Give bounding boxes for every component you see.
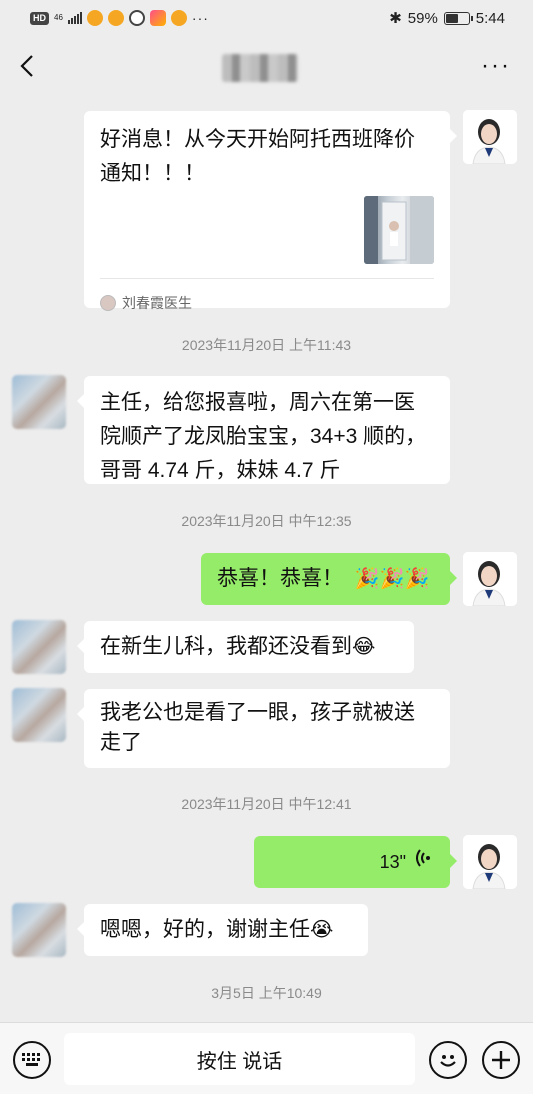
clock: 5:44 <box>475 9 505 27</box>
message-bubble[interactable]: 恭喜！恭喜！ 🎉🎉🎉 <box>201 553 457 605</box>
card-source-name: 刘春霞医生 <box>122 295 192 311</box>
message-bubble[interactable]: 主任，给您报喜啦，周六在第一医院顺产了龙凤胎宝宝，34+3 顺的，哥哥 4.74… <box>77 376 450 484</box>
chat-header: ··· <box>0 36 533 98</box>
hold-to-talk-button[interactable]: 按住 说话 <box>64 1033 415 1085</box>
chat-title-blurred <box>222 54 298 82</box>
party-popper-emoji: 🎉🎉🎉 <box>354 568 430 590</box>
card-text: 好消息！从今天开始阿托西班降价通知！！！ <box>100 128 415 185</box>
timestamp: 2023年11月20日 中午12:35 <box>181 513 352 529</box>
message-bubble[interactable]: 嗯嗯，好的，谢谢主任😭 <box>77 904 368 956</box>
weibo-app-icon <box>107 10 124 26</box>
timestamp: 3月5日 上午10:49 <box>211 985 322 1001</box>
emoji-icon[interactable] <box>429 1041 467 1079</box>
bluetooth-icon: ✱ <box>389 10 402 27</box>
voice-message-bubble[interactable]: 13" <box>254 836 457 888</box>
more-dots-icon[interactable]: ··· <box>481 54 511 78</box>
message-text: 在新生儿科，我都还没看到 <box>100 635 352 658</box>
browser-app-icon <box>128 10 145 26</box>
doctor-avatar[interactable] <box>463 835 517 889</box>
source-avatar-icon <box>100 295 116 311</box>
message-bubble[interactable]: 在新生儿科，我都还没看到😂 <box>77 621 414 673</box>
patient-avatar[interactable] <box>12 903 66 957</box>
status-bar: HD 46 ··· ✱ 59% 5:44 <box>0 0 533 36</box>
promo-card[interactable]: 好消息！从今天开始阿托西班降价通知！！！ 刘春霞医生 <box>84 111 457 311</box>
card-divider <box>100 278 434 279</box>
voice-duration: 13" <box>379 852 406 872</box>
chevron-left-icon[interactable] <box>14 50 42 82</box>
doctor-avatar[interactable] <box>463 110 517 164</box>
more-notifications: ··· <box>191 10 209 26</box>
plus-icon[interactable] <box>482 1041 520 1079</box>
doctor-avatar[interactable] <box>463 552 517 606</box>
patient-avatar[interactable] <box>12 620 66 674</box>
laughing-emoji: 😂 <box>352 636 376 658</box>
patient-avatar[interactable] <box>12 375 66 429</box>
network-type: 46 <box>54 13 63 22</box>
input-bar: 按住 说话 <box>0 1022 533 1094</box>
message-text: 恭喜！恭喜！ <box>217 567 343 590</box>
keyboard-icon[interactable] <box>13 1041 51 1079</box>
message-text: 嗯嗯，好的，谢谢主任 <box>100 918 310 941</box>
app-icon <box>149 10 166 26</box>
message-text: 我老公也是看了一眼，孩子就被送走了 <box>100 701 415 754</box>
message-bubble[interactable]: 我老公也是看了一眼，孩子就被送走了 <box>77 689 450 768</box>
timestamp: 2023年11月20日 上午11:43 <box>181 337 352 353</box>
battery-icon <box>443 11 473 25</box>
card-source: 刘春霞医生 <box>100 286 192 320</box>
signal-icon <box>67 12 82 24</box>
patient-avatar[interactable] <box>12 688 66 742</box>
crying-emoji: 😭 <box>310 919 334 941</box>
voice-wave-icon <box>416 845 432 879</box>
hd-indicator: HD <box>30 11 49 25</box>
timestamp: 2023年11月20日 中午12:41 <box>181 796 352 812</box>
weibo-app-icon <box>170 10 187 26</box>
battery-percent: 59% <box>407 9 438 27</box>
message-text: 主任，给您报喜啦，周六在第一医院顺产了龙凤胎宝宝，34+3 顺的，哥哥 4.74… <box>100 391 427 482</box>
weibo-app-icon <box>86 10 103 26</box>
card-thumbnail <box>364 196 434 264</box>
